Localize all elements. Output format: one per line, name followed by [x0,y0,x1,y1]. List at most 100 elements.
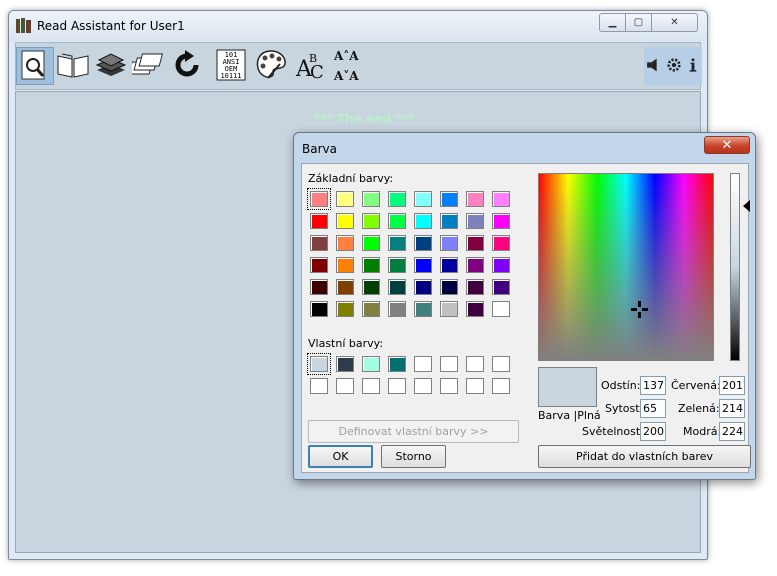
ok-button[interactable]: OK [308,445,373,468]
basic-color-swatch[interactable] [310,301,328,317]
custom-color-swatch[interactable] [466,356,484,372]
custom-color-swatch[interactable] [440,378,458,394]
refresh-button[interactable] [168,47,206,85]
basic-color-swatch[interactable] [492,257,510,273]
custom-color-swatch[interactable] [310,378,328,394]
basic-color-swatch[interactable] [492,213,510,229]
basic-color-swatch[interactable] [466,257,484,273]
basic-color-swatch[interactable] [388,279,406,295]
custom-color-swatch[interactable] [414,378,432,394]
custom-colors-label: Vlastní barvy: [308,337,384,350]
basic-color-swatch[interactable] [310,279,328,295]
basic-color-swatch[interactable] [310,257,328,273]
basic-color-swatch[interactable] [362,235,380,251]
basic-color-swatch[interactable] [414,213,432,229]
books-button[interactable] [92,47,130,85]
basic-color-swatch[interactable] [414,257,432,273]
basic-color-swatch[interactable] [492,301,510,317]
basic-color-swatch[interactable] [310,235,328,251]
luminosity-input[interactable]: 200 [640,422,666,441]
basic-color-swatch[interactable] [362,213,380,229]
basic-color-swatch[interactable] [362,257,380,273]
custom-color-swatch[interactable] [492,356,510,372]
custom-color-swatch[interactable] [307,353,331,375]
custom-color-swatch[interactable] [362,356,380,372]
saturation-input[interactable]: 65 [640,399,666,418]
blue-input[interactable]: 224 [719,422,745,441]
custom-color-swatch[interactable] [362,378,380,394]
green-input[interactable]: 214 [719,399,745,418]
basic-color-swatch[interactable] [388,235,406,251]
maximize-button[interactable]: ▢ [625,13,652,32]
minimize-button[interactable]: ▁ [599,13,626,32]
basic-color-swatch[interactable] [362,301,380,317]
custom-color-swatch[interactable] [466,378,484,394]
encoding-button[interactable]: 101 ANSI OEM 10111 [212,47,250,85]
basic-color-swatch[interactable] [388,213,406,229]
palette-button[interactable] [252,47,290,85]
basic-color-swatch[interactable] [466,213,484,229]
basic-color-swatch[interactable] [492,191,510,207]
close-button[interactable]: ✕ [651,13,698,32]
basic-color-swatch[interactable] [336,257,354,273]
basic-color-swatch[interactable] [388,301,406,317]
red-input[interactable]: 201 [719,376,745,395]
basic-color-swatch[interactable] [492,235,510,251]
basic-color-swatch[interactable] [492,279,510,295]
basic-color-swatch[interactable] [310,213,328,229]
speaker-button[interactable] [644,47,664,85]
basic-color-swatch[interactable] [307,188,331,210]
basic-color-swatch[interactable] [336,279,354,295]
dialog-body: Základní barvy: Vlastní barvy: Definovat… [301,163,751,473]
basic-color-swatch[interactable] [336,301,354,317]
basic-color-swatch[interactable] [466,279,484,295]
basic-color-swatch[interactable] [362,279,380,295]
pages-icon [128,48,166,85]
add-to-custom-colors-button[interactable]: Přidat do vlastních barev [538,445,751,468]
custom-color-swatch[interactable] [336,378,354,394]
find-button[interactable] [16,47,54,85]
basic-color-swatch[interactable] [362,191,380,207]
title-bar[interactable]: Read Assistant for User1 ▁ ▢ ✕ [9,11,707,41]
speaker-icon [645,56,663,77]
pages-button[interactable] [128,47,168,85]
basic-color-swatch[interactable] [414,279,432,295]
basic-color-swatch[interactable] [388,191,406,207]
custom-color-swatch[interactable] [388,356,406,372]
basic-color-swatch[interactable] [388,257,406,273]
basic-color-swatch[interactable] [440,257,458,273]
dialog-title-bar[interactable]: Barva ✕ [294,133,755,163]
cancel-button[interactable]: Storno [381,445,446,468]
info-button[interactable] [684,47,702,85]
basic-color-swatch[interactable] [440,279,458,295]
basic-color-swatch[interactable] [336,191,354,207]
font-decrease-button[interactable]: A˅A [334,69,359,83]
custom-color-swatch[interactable] [336,356,354,372]
custom-color-swatch[interactable] [492,378,510,394]
define-custom-colors-button[interactable]: Definovat vlastní barvy >> [308,420,519,443]
font-increase-button[interactable]: A˄A [334,49,359,63]
basic-color-swatch[interactable] [414,235,432,251]
custom-color-swatch[interactable] [414,356,432,372]
luminance-arrow-icon[interactable] [743,200,750,212]
basic-color-swatch[interactable] [466,235,484,251]
basic-color-swatch[interactable] [414,301,432,317]
custom-color-swatch[interactable] [440,356,458,372]
custom-color-swatch[interactable] [388,378,406,394]
basic-color-swatch[interactable] [440,235,458,251]
basic-color-swatch[interactable] [414,191,432,207]
basic-color-swatch[interactable] [336,235,354,251]
basic-color-swatch[interactable] [336,213,354,229]
basic-color-swatch[interactable] [466,301,484,317]
basic-color-swatch[interactable] [440,191,458,207]
color-spectrum[interactable] [538,173,714,361]
font-button[interactable]: ACB [292,47,330,85]
hue-input[interactable]: 137 [640,376,666,395]
open-book-button[interactable] [54,47,92,85]
basic-color-swatch[interactable] [440,213,458,229]
luminance-slider[interactable] [730,173,740,361]
settings-button[interactable] [664,47,684,85]
dialog-close-button[interactable]: ✕ [704,136,750,154]
basic-color-swatch[interactable] [440,301,458,317]
basic-color-swatch[interactable] [466,191,484,207]
